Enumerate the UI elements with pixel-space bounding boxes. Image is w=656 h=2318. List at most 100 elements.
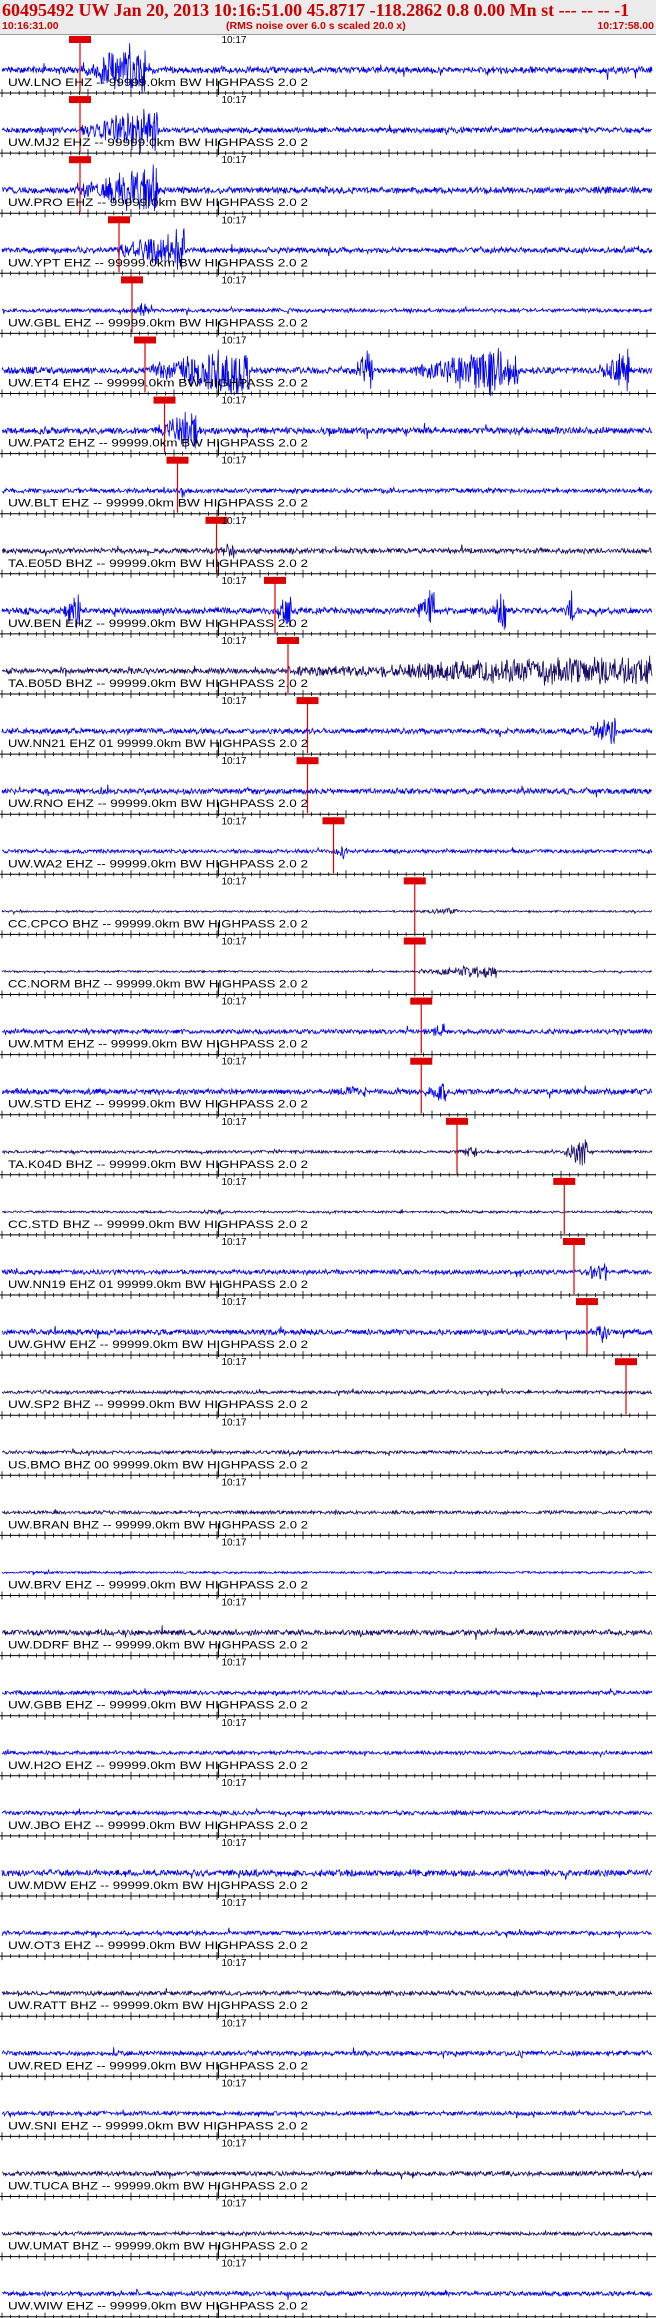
station-label: TA.K04D BHZ -- 99999.0km BW HIGHPASS 2.0…	[8, 1159, 308, 1171]
station-label: UW.ET4 EHZ -- 99999.0km BW HIGHPASS 2.0 …	[8, 378, 308, 390]
tick-label: 10:17	[221, 1177, 246, 1188]
waveform	[1, 1448, 653, 1458]
trace-29	[1, 1807, 653, 1818]
station-label: UW.WIW EHZ -- 99999.0km BW HIGHPASS 2.0 …	[8, 2301, 308, 2313]
station-label: UW.DDRF BHZ -- 99999.0km BW HIGHPASS 2.0…	[8, 1640, 308, 1652]
waveform	[1, 2230, 653, 2238]
trace-15	[1, 964, 653, 978]
trace-25	[1, 1568, 653, 1576]
station-label: CC.CPCO BHZ -- 99999.0km BW HIGHPASS 2.0…	[8, 918, 308, 930]
waveform	[1, 784, 653, 798]
station-label: UW.WA2 EHZ -- 99999.0km BW HIGHPASS 2.0 …	[8, 858, 308, 870]
station-label: UW.GBB EHZ -- 99999.0km BW HIGHPASS 2.0 …	[8, 1700, 308, 1712]
station-label: UW.MTM EHZ -- 99999.0km BW HIGHPASS 2.0 …	[8, 1039, 308, 1051]
waveform	[1, 1749, 653, 1759]
tick-label: 10:17	[221, 1658, 246, 1669]
trace-26	[1, 1625, 653, 1640]
tick-label: 10:17	[221, 937, 246, 948]
event-title: 60495492 UW Jan 20, 2013 10:16:51.00 45.…	[2, 0, 630, 20]
station-label: UW.BLT EHZ -- 99999.0km BW HIGHPASS 2.0 …	[8, 498, 308, 510]
station-label: UW.BRAN BHZ -- 99999.0km BW HIGHPASS 2.0…	[8, 1519, 308, 1531]
waveform	[1, 1868, 653, 1880]
tick-label: 10:17	[221, 1838, 246, 1849]
tick-label: 10:17	[221, 396, 246, 407]
trace-30	[1, 1868, 653, 1880]
tick-label: 10:17	[221, 456, 246, 467]
tick-label: 10:17	[221, 1117, 246, 1128]
tick-label: 10:17	[221, 876, 246, 887]
axis-ticks	[1, 2312, 648, 2318]
tick-label: 10:17	[221, 1057, 246, 1068]
waveform	[1, 1688, 653, 1698]
station-label: UW.OT3 EHZ -- 99999.0km BW HIGHPASS 2.0 …	[8, 1940, 308, 1952]
seismogram-plot: 10:17 UW.LNO EHZ -- 99999.0km BW HIGHPASS…	[0, 35, 656, 2318]
tick-label: 10:17	[221, 1958, 246, 1969]
waveform	[1, 2047, 653, 2059]
trace-14	[1, 907, 653, 916]
station-label: UW.NN19 EHZ 01 99999.0km BW HIGHPASS 2.0…	[8, 1279, 308, 1291]
waveform	[1, 964, 653, 978]
trace-34	[1, 2108, 653, 2119]
tick-label: 10:17	[221, 215, 246, 226]
tick-label: 10:17	[221, 1778, 246, 1789]
tick-label: 10:17	[221, 35, 246, 46]
tick-label: 10:17	[221, 997, 246, 1008]
tick-label: 10:17	[221, 576, 246, 587]
waveform	[1, 1023, 653, 1037]
trace-19	[1, 1208, 653, 1216]
tick-label: 10:17	[221, 2259, 246, 2270]
station-label: TA.B05D BHZ -- 99999.0km BW HIGHPASS 2.0…	[8, 678, 308, 690]
tick-label: 10:17	[221, 1718, 246, 1729]
trace-36	[1, 2230, 653, 2238]
station-label: UW.BEN EHZ -- 99999.0km BW HIGHPASS 2.0 …	[8, 618, 308, 630]
station-label: US.BMO BHZ 00 99999.0km BW HIGHPASS 2.0 …	[8, 1459, 308, 1471]
station-label: UW.RED EHZ -- 99999.0km BW HIGHPASS 2.0 …	[8, 2060, 308, 2072]
trace-35	[1, 2168, 653, 2180]
station-label: CC.NORM BHZ -- 99999.0km BW HIGHPASS 2.0…	[8, 979, 308, 991]
tick-label: 10:17	[221, 1237, 246, 1248]
station-label: UW.MDW EHZ -- 99999.0km BW HIGHPASS 2.0 …	[8, 1880, 308, 1892]
waveform	[1, 1927, 653, 1938]
tick-label: 10:17	[221, 2018, 246, 2029]
station-label: UW.GBL EHZ -- 99999.0km BW HIGHPASS 2.0 …	[8, 317, 308, 329]
waveform	[1, 907, 653, 916]
station-label: UW.BRV EHZ -- 99999.0km BW HIGHPASS 2.0 …	[8, 1580, 308, 1592]
waveform	[1, 1568, 653, 1576]
tick-label: 10:17	[221, 816, 246, 827]
tick-label: 10:17	[221, 636, 246, 647]
station-label: UW.RNO EHZ -- 99999.0km BW HIGHPASS 2.0 …	[8, 798, 308, 810]
tick-label: 10:17	[221, 756, 246, 767]
trace-28	[1, 1749, 653, 1759]
trace-22	[1, 1387, 653, 1397]
waveform	[1, 1387, 653, 1397]
tick-label: 10:17	[221, 2199, 246, 2210]
tick-label: 10:17	[221, 155, 246, 166]
waveform	[1, 1988, 653, 1998]
start-time-label: 10:16:31.00	[2, 20, 59, 32]
station-label: UW.TUCA BHZ -- 99999.0km BW HIGHPASS 2.0…	[8, 2181, 308, 2193]
trace-37	[1, 2288, 653, 2300]
waveform	[1, 2168, 653, 2180]
tick-label: 10:17	[221, 1417, 246, 1428]
tick-label: 10:17	[221, 1538, 246, 1549]
tick-label: 10:17	[221, 2078, 246, 2089]
station-label: UW.SP2 BHZ -- 99999.0km BW HIGHPASS 2.0 …	[8, 1399, 308, 1411]
trace-27	[1, 1688, 653, 1698]
tick-label: 10:17	[221, 2139, 246, 2150]
station-label: UW.LNO EHZ -- 99999.0km BW HIGHPASS 2.0 …	[8, 77, 308, 89]
station-label: UW.PRO EHZ -- 99999.0km BW HIGHPASS 2.0 …	[8, 197, 308, 209]
trace-23	[1, 1448, 653, 1458]
station-label: UW.H2O EHZ -- 99999.0km BW HIGHPASS 2.0 …	[8, 1760, 308, 1772]
trace-8	[1, 543, 653, 559]
station-label: UW.NN21 EHZ 01 99999.0km BW HIGHPASS 2.0…	[8, 738, 308, 750]
waveform	[1, 1208, 653, 1216]
waveform	[1, 2288, 653, 2300]
tick-label: 10:17	[221, 336, 246, 347]
station-label: CC.STD BHZ -- 99999.0km BW HIGHPASS 2.0 …	[8, 1219, 308, 1231]
waveform	[1, 303, 653, 316]
station-label: UW.GHW EHZ -- 99999.0km BW HIGHPASS 2.0 …	[8, 1339, 308, 1351]
waveform	[1, 486, 653, 498]
trace-24	[1, 1509, 653, 1518]
tick-label: 10:17	[221, 516, 246, 527]
trace-7	[1, 486, 653, 498]
